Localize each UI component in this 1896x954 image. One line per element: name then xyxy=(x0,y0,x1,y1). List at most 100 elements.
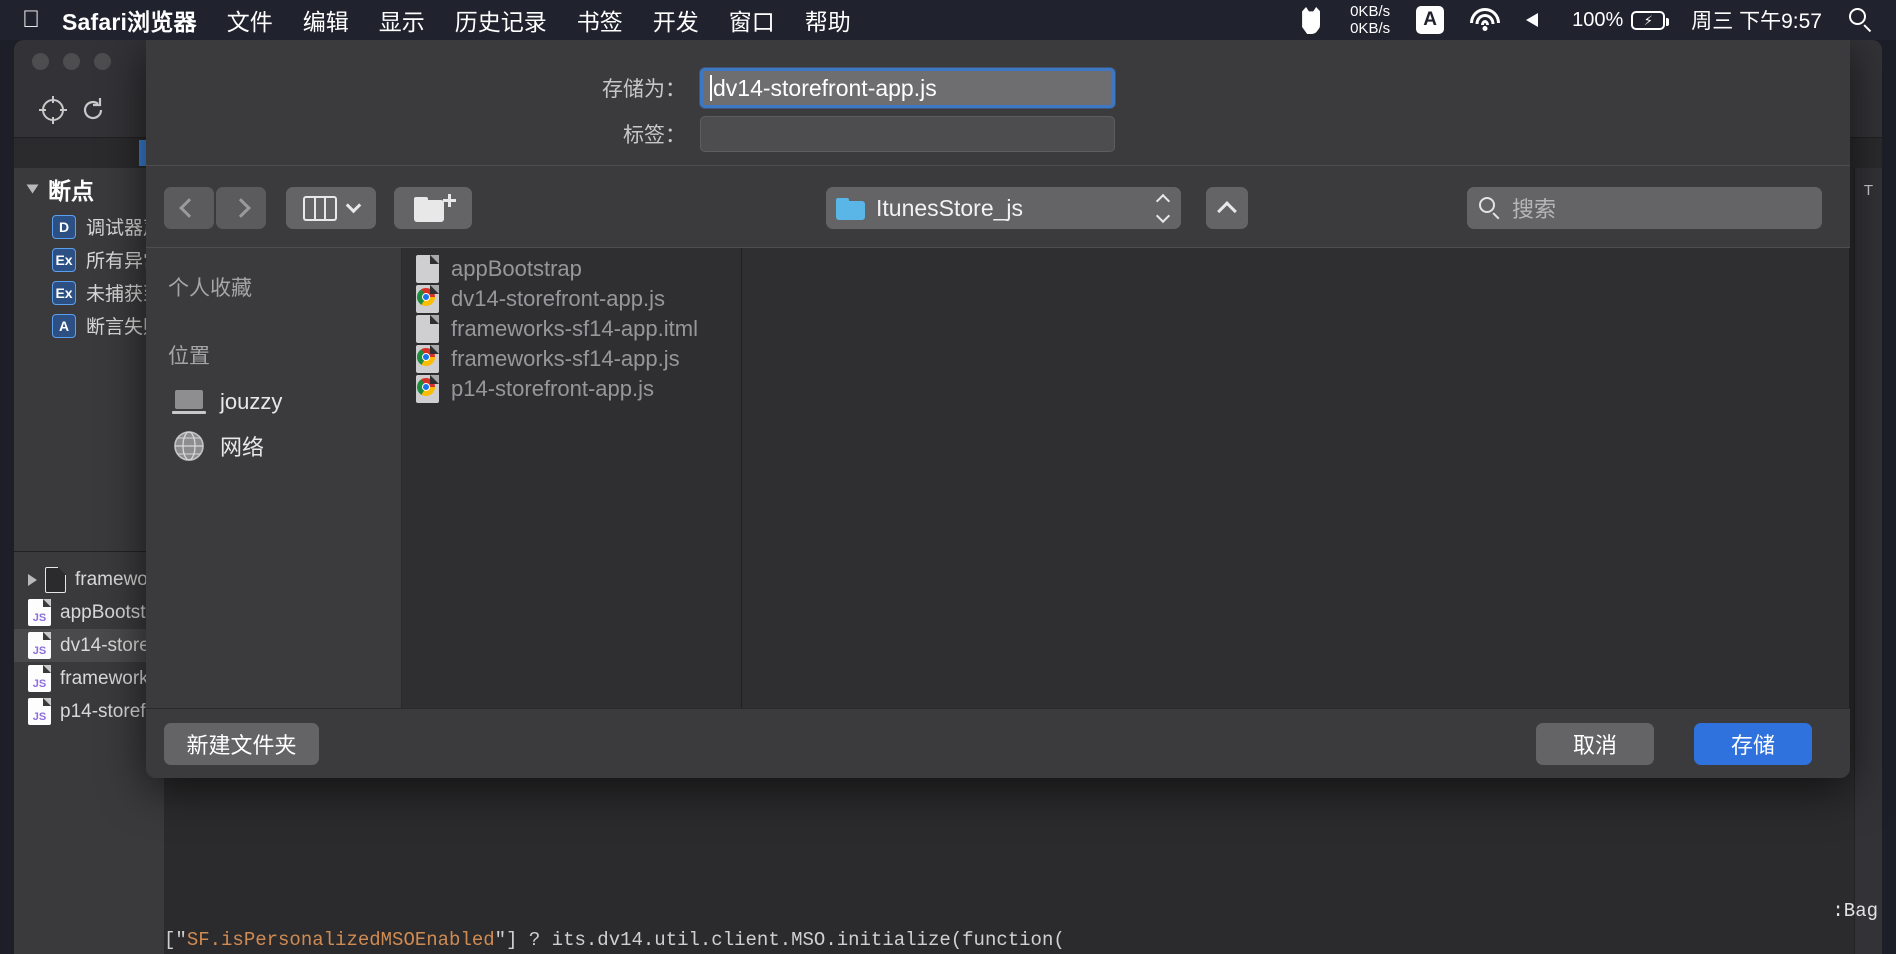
code-bag-text: :Bag xyxy=(1832,900,1878,922)
chevron-up-icon xyxy=(1217,200,1237,221)
resource-item-appbootstrap[interactable]: JS appBootstr xyxy=(14,596,164,629)
stepper-updown-icon[interactable] xyxy=(1155,193,1171,223)
column-view-icon xyxy=(303,195,337,221)
file-browser: 个人收藏 位置 jouzzy 网络 appBootstrap dv14-stor… xyxy=(146,247,1850,708)
tags-row: 标签： xyxy=(566,116,1115,152)
menu-item-edit[interactable]: 编辑 xyxy=(303,3,349,37)
menu-item-window[interactable]: 窗口 xyxy=(729,3,775,37)
js-file-icon: JS xyxy=(28,632,51,659)
js-file-icon: JS xyxy=(28,599,51,626)
file-name-label: frameworks-sf14-app.itml xyxy=(451,316,698,341)
disclosure-triangle-icon[interactable] xyxy=(28,573,37,586)
inspect-element-icon[interactable] xyxy=(38,95,68,125)
filename-input[interactable]: dv14-storefront-app.js xyxy=(700,68,1115,108)
chevron-left-icon xyxy=(179,198,199,218)
debugger-sidebar: 断点 D 调试器声 Ex 所有异常 Ex 未捕获到 A 断言失败 framewo xyxy=(14,168,164,954)
globe-icon xyxy=(172,429,206,463)
view-mode-button[interactable] xyxy=(286,187,376,229)
chrome-file-icon xyxy=(416,345,439,373)
file-list-item[interactable]: frameworks-sf14-app.js xyxy=(402,344,741,374)
zoom-window-button[interactable] xyxy=(94,53,111,70)
code-line: ["SF.isPersonalizedMSOEnabled"] ? its.dv… xyxy=(164,926,1882,954)
path-popup-button[interactable]: ItunesStore_js xyxy=(826,187,1181,229)
spotlight-search-icon[interactable] xyxy=(1848,7,1874,33)
resource-item-p14-storefront[interactable]: JS p14-storefr xyxy=(14,695,164,728)
chevron-down-icon xyxy=(345,197,362,214)
new-folder-button[interactable]: 新建文件夹 xyxy=(164,723,319,765)
menu-item-help[interactable]: 帮助 xyxy=(805,3,851,37)
menu-item-app[interactable]: Safari浏览器 xyxy=(62,3,197,37)
document-icon xyxy=(416,315,439,343)
menu-item-file[interactable]: 文件 xyxy=(227,3,273,37)
file-list-item[interactable]: dv14-storefront-app.js xyxy=(402,284,741,314)
back-button[interactable] xyxy=(164,187,214,229)
menu-item-view[interactable]: 显示 xyxy=(379,3,425,37)
input-source-icon[interactable]: A xyxy=(1416,6,1445,34)
close-window-button[interactable] xyxy=(32,53,49,70)
menu-bar-status-area: 0KB/s 0KB/s A 100% ⚡ 周三 下午9:57 xyxy=(1272,3,1896,37)
breakpoint-item-uncaught-exceptions[interactable]: Ex 未捕获到 xyxy=(14,276,164,309)
battery-status[interactable]: 100% ⚡ xyxy=(1572,8,1670,32)
file-name-label: dv14-storefront-app.js xyxy=(451,286,665,311)
reload-icon[interactable] xyxy=(78,95,108,125)
sidebar-item-jouzzy[interactable]: jouzzy xyxy=(146,380,401,424)
file-list-item[interactable]: appBootstrap xyxy=(402,254,741,284)
resource-item-dv14-storefront[interactable]: JS dv14-store xyxy=(14,629,164,662)
apple-logo-icon[interactable]:  xyxy=(22,8,40,32)
cat-icon[interactable] xyxy=(1298,5,1324,35)
chevron-right-icon xyxy=(231,198,251,218)
resource-list: framewo JS appBootstr JS dv14-store JS f… xyxy=(14,563,164,728)
menu-bar-clock[interactable]: 周三 下午9:57 xyxy=(1691,5,1822,35)
chrome-file-icon xyxy=(416,285,439,313)
save-dialog: 存储为： dv14-storefront-app.js 标签： ItunesSt… xyxy=(146,40,1850,778)
file-browser-sidebar: 个人收藏 位置 jouzzy 网络 xyxy=(146,248,402,708)
uncaught-exceptions-badge-icon: Ex xyxy=(52,280,76,305)
sidebar-item-network[interactable]: 网络 xyxy=(146,424,401,468)
menu-item-bookmarks[interactable]: 书签 xyxy=(577,3,623,37)
new-folder-icon xyxy=(414,194,456,222)
volume-icon[interactable] xyxy=(1526,9,1546,31)
tags-input[interactable] xyxy=(700,116,1115,152)
breakpoints-header-label: 断点 xyxy=(48,178,94,204)
save-button[interactable]: 存储 xyxy=(1694,723,1812,765)
resource-label: appBootstr xyxy=(60,601,152,623)
forward-button[interactable] xyxy=(216,187,266,229)
battery-percent-label: 100% xyxy=(1572,8,1624,31)
file-list-column[interactable]: appBootstrap dv14-storefront-app.js fram… xyxy=(402,248,742,708)
text-format-icon[interactable]: T xyxy=(1859,182,1879,202)
breakpoint-item-debugger-statements[interactable]: D 调试器声 xyxy=(14,210,164,243)
search-input[interactable]: 搜索 xyxy=(1467,187,1822,229)
search-placeholder: 搜索 xyxy=(1512,197,1557,222)
save-dialog-toolbar: ItunesStore_js 搜索 xyxy=(146,165,1850,247)
path-popup-label: ItunesStore_js xyxy=(876,194,1024,221)
new-folder-toolbar-button[interactable] xyxy=(394,187,472,229)
resource-label: p14-storefr xyxy=(60,700,152,722)
cancel-button[interactable]: 取消 xyxy=(1536,723,1654,765)
battery-charging-icon: ⚡ xyxy=(1631,10,1670,30)
resource-item-frameworks-sf14[interactable]: JS frameworks xyxy=(14,662,164,695)
all-exceptions-badge-icon: Ex xyxy=(52,247,76,272)
resource-item-frameworks-folder[interactable]: framewo xyxy=(14,563,164,596)
tags-label: 标签： xyxy=(623,124,686,147)
breakpoints-section-header[interactable]: 断点 xyxy=(14,168,164,210)
file-list-item[interactable]: frameworks-sf14-app.itml xyxy=(402,314,741,344)
wifi-icon[interactable] xyxy=(1470,8,1501,32)
save-dialog-fields: 存储为： dv14-storefront-app.js 标签： xyxy=(146,40,1850,165)
menu-item-develop[interactable]: 开发 xyxy=(653,3,699,37)
disclosure-triangle-icon[interactable] xyxy=(26,184,39,194)
network-upload-speed: 0KB/s xyxy=(1350,3,1391,20)
file-preview-column[interactable] xyxy=(742,248,1850,708)
breakpoint-item-all-exceptions[interactable]: Ex 所有异常 xyxy=(14,243,164,276)
debugger-statement-badge-icon: D xyxy=(52,214,76,239)
sidebar-item-label: 网络 xyxy=(220,435,265,460)
minimize-window-button[interactable] xyxy=(63,53,80,70)
go-up-button[interactable] xyxy=(1206,187,1248,229)
file-name-label: p14-storefront-app.js xyxy=(451,376,654,401)
window-traffic-lights[interactable] xyxy=(32,53,111,70)
file-name-label: frameworks-sf14-app.js xyxy=(451,346,680,371)
sidebar-divider xyxy=(14,551,164,552)
menu-item-history[interactable]: 历史记录 xyxy=(455,3,547,37)
breakpoint-item-assertion-failures[interactable]: A 断言失败 xyxy=(14,309,164,342)
file-list-item[interactable]: p14-storefront-app.js xyxy=(402,374,741,404)
network-speed-indicator[interactable]: 0KB/s 0KB/s xyxy=(1350,3,1390,37)
